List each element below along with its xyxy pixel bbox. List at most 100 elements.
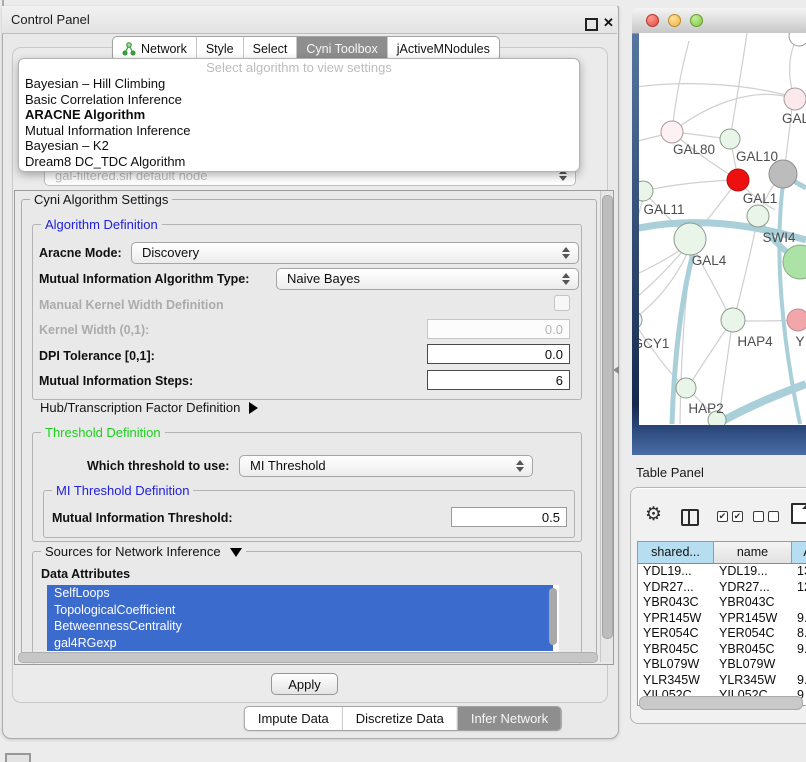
node-gal4[interactable] [674,223,706,255]
mi-algorithm-type-select[interactable]: Naive Bayes [276,268,579,290]
mi-threshold-field[interactable]: 0.5 [451,507,567,527]
table-row[interactable]: YDL19... YDL19... 13 [638,564,806,580]
apply-button[interactable]: Apply [271,673,338,695]
algorithm-option[interactable]: Bayesian – K2 [19,138,579,154]
column-header-cut[interactable]: A [792,542,806,563]
control-panel-titlebar: Control Panel ✕ [2,6,617,34]
settings-horizontal-scrollbar[interactable] [18,652,598,663]
document-icon[interactable] [791,503,806,524]
table-row[interactable]: YBL079W YBL079W [638,657,806,673]
mi-steps-field[interactable]: 6 [427,370,570,390]
algorithm-definition-group: Algorithm Definition Aracne Mode: Discov… [32,224,582,400]
minimize-traffic-light-icon[interactable] [668,14,681,27]
tab-label: Impute Data [258,711,329,726]
algorithm-dropdown-popup: Select algorithm to view settings Bayesi… [18,58,580,172]
node-label: HAP2 [688,401,723,416]
tab-label: jActiveMNodules [397,42,490,56]
table-row[interactable]: YBR045C YBR045C 9. [638,642,806,658]
tab-infer-network[interactable]: Infer Network [457,707,561,730]
table-panel-title: Table Panel [636,465,704,480]
table-row[interactable]: YER054C YER054C 8. [638,626,806,642]
gear-icon[interactable]: ⚙ [645,505,662,524]
node-hap4[interactable] [721,308,745,332]
table-row[interactable]: YBR043C YBR043C [638,595,806,611]
collapsed-arrow-icon [249,402,258,414]
node-label: GAL11 [643,202,684,217]
tab-network[interactable]: Network [113,37,196,60]
table-row[interactable]: YPR145W YPR145W 9. [638,611,806,627]
network-canvas[interactable]: GAL GAL80 GAL10 GAL1 GAL11 SWI4 GAL4 GCY… [639,33,806,425]
node-hap2[interactable] [676,378,696,398]
node-gray[interactable] [769,160,797,188]
node-label: GAL1 [743,191,778,206]
column-header-name[interactable]: name [714,542,792,563]
cyni-bottom-tabbar: Impute Data Discretize Data Infer Networ… [244,706,562,731]
node-gal1-selected[interactable] [727,169,749,191]
group-title: Threshold Definition [41,425,165,440]
dpi-tolerance-label: DPI Tolerance [0,1]: [39,349,155,363]
collapsed-panel-chip[interactable] [5,753,31,762]
columns-icon[interactable] [681,509,699,526]
float-window-icon[interactable] [585,18,598,31]
node-label: GAL10 [736,149,778,164]
table-horizontal-scrollbar[interactable] [639,696,803,710]
table-row[interactable]: YDR27... YDR27... 12 [638,580,806,596]
kernel-width-label: Kernel Width (0,1): [39,323,149,337]
aracne-mode-value: Discovery [142,245,199,260]
node-label: Y [795,334,804,349]
dpi-tolerance-field[interactable]: 0.0 [427,344,570,364]
close-traffic-light-icon[interactable] [646,14,659,27]
group-title[interactable]: Sources for Network Inference [41,544,246,559]
algorithm-option[interactable]: Mutual Information Inference [19,123,579,139]
tab-impute-data[interactable]: Impute Data [245,707,342,730]
kernel-width-field[interactable]: 0.0 [427,319,570,339]
data-attributes-list: SelfLoops TopologicalCoefficient Between… [47,585,559,652]
combo-stepper-icon [562,273,570,285]
node-gal10[interactable] [720,129,740,149]
manual-kernel-width-checkbox[interactable] [554,295,570,311]
node-unlabeled[interactable] [789,33,806,46]
zoom-traffic-light-icon[interactable] [690,14,703,27]
algorithm-option[interactable]: Bayesian – Hill Climbing [19,76,579,92]
tab-jactivemnodules[interactable]: jActiveMNodules [387,37,499,60]
tab-cyni-toolbox[interactable]: Cyni Toolbox [296,37,386,60]
aracne-mode-label: Aracne Mode: [39,246,122,260]
manual-kernel-width-label: Manual Kernel Width Definition [39,298,224,312]
node-salmon[interactable] [787,309,806,331]
attribute-item-selected[interactable]: BetweennessCentrality [47,618,553,635]
tab-label: Network [141,42,187,56]
select-all-columns-icon[interactable]: ✔ ✔ [717,511,743,522]
mi-threshold-definition-group: MI Threshold Definition Mutual Informati… [43,490,575,538]
mi-algorithm-type-label: Mutual Information Algorithm Type: [39,272,249,286]
tab-select[interactable]: Select [243,37,297,60]
network-window-titlebar[interactable] [632,8,806,34]
threshold-definition-group: Threshold Definition Which threshold to … [32,432,582,542]
node-label: SWI4 [762,230,795,245]
algorithm-option[interactable]: Basic Correlation Inference [19,92,579,108]
table-row[interactable]: YLR345W YLR345W 9. [638,673,806,689]
mi-threshold-label: Mutual Information Threshold: [52,511,233,525]
algorithm-popup-prompt: Select algorithm to view settings [19,59,579,76]
algorithm-option[interactable]: Dream8 DC_TDC Algorithm [19,154,579,170]
attribute-item-selected[interactable]: gal4RGexp [47,635,553,652]
which-threshold-value: MI Threshold [250,458,326,473]
column-header-shared-name[interactable]: shared... [638,542,714,563]
tab-discretize-data[interactable]: Discretize Data [342,707,457,730]
tab-style[interactable]: Style [196,37,243,60]
aracne-mode-select[interactable]: Discovery [131,242,579,264]
control-panel-title: Control Panel [11,12,90,27]
node-gal-cut[interactable] [784,88,806,110]
unselect-all-columns-icon[interactable] [753,511,779,522]
node-gal80[interactable] [661,121,683,143]
algorithm-option-selected[interactable]: ARACNE Algorithm [19,107,579,123]
node-swi4[interactable] [747,205,769,227]
settings-scrollbar-thumb[interactable] [602,195,613,639]
attribute-item-selected[interactable]: TopologicalCoefficient [47,602,553,619]
list-scrollbar[interactable] [549,588,557,645]
node-label: GAL80 [673,142,715,157]
attribute-item-selected[interactable]: SelfLoops [47,585,553,602]
hub-definition-toggle[interactable]: Hub/Transcription Factor Definition [40,400,258,415]
close-icon[interactable]: ✕ [603,15,614,31]
which-threshold-select[interactable]: MI Threshold [239,455,533,477]
node-gal11[interactable] [639,181,653,201]
